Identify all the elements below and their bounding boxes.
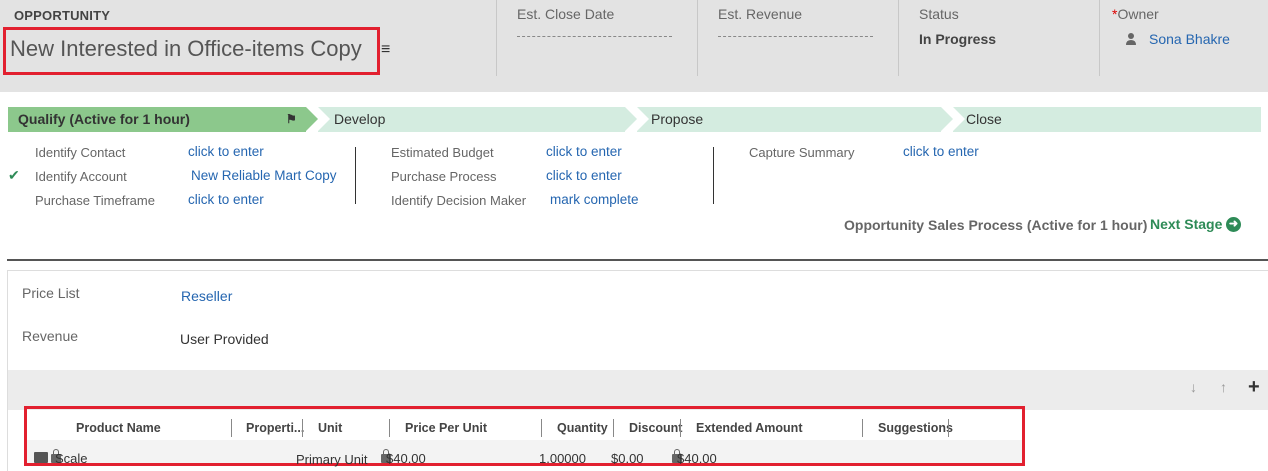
stage-close[interactable]: Close	[953, 107, 1261, 132]
step-label: Purchase Timeframe	[35, 193, 155, 208]
est-close-date-empty[interactable]	[517, 36, 672, 37]
next-stage-button[interactable]: Next Stage	[1150, 216, 1222, 232]
step-value-link[interactable]: New Reliable Mart Copy	[191, 168, 337, 183]
status-value: In Progress	[919, 31, 997, 47]
column-header-quantity[interactable]: Quantity	[557, 421, 608, 435]
est-revenue-field[interactable]: Est. Revenue	[697, 0, 897, 76]
products-grid-toolbar	[8, 370, 1268, 410]
arrow-right-circle-icon[interactable]: ➜	[1226, 217, 1241, 232]
step-value-link[interactable]: click to enter	[546, 144, 622, 159]
stage-develop-label: Develop	[334, 111, 386, 127]
column-header-properties[interactable]: Properti...	[246, 421, 304, 435]
owner-label-wrap: *Owner	[1112, 6, 1159, 22]
flag-icon[interactable]: ⚑	[286, 107, 297, 132]
cell-product-name[interactable]: Scale	[55, 451, 88, 466]
stage-chevron	[625, 107, 637, 131]
process-name[interactable]: Opportunity Sales Process (Active for 1 …	[844, 217, 1147, 233]
record-header: OPPORTUNITY New Interested in Office-ite…	[0, 0, 1268, 92]
price-list-link[interactable]: Reseller	[181, 288, 232, 304]
stage-qualify[interactable]: Qualify (Active for 1 hour) ⚑	[8, 107, 306, 132]
step-label: Purchase Process	[391, 169, 497, 184]
owner-link[interactable]: Sona Bhakre	[1149, 31, 1230, 47]
column-resize-handle[interactable]	[948, 419, 949, 437]
stage-chevron	[941, 107, 953, 131]
step-label: Identify Decision Maker	[391, 193, 527, 208]
stage-chevron	[637, 107, 649, 131]
product-icon	[34, 452, 48, 463]
step-label: Capture Summary	[749, 145, 855, 160]
grid-highlight-box	[24, 406, 1025, 466]
cell-quantity[interactable]: 1.00000	[539, 451, 586, 466]
status-field: Status In Progress	[898, 0, 1098, 76]
arrow-up-icon[interactable]: ↑	[1220, 379, 1227, 395]
est-revenue-empty[interactable]	[718, 36, 873, 37]
plus-icon[interactable]: +	[1248, 376, 1260, 399]
column-header-extended-amount[interactable]: Extended Amount	[696, 421, 802, 435]
stage-chevron	[318, 107, 330, 131]
column-header-suggestions[interactable]: Suggestions	[878, 421, 953, 435]
menu-icon[interactable]: ≡	[381, 41, 390, 59]
column-header-discount[interactable]: Discount	[629, 421, 682, 435]
stage-propose-label: Propose	[651, 111, 704, 127]
cell-discount[interactable]: $0.00	[611, 451, 644, 466]
owner-label: Owner	[1117, 6, 1159, 22]
step-value-link[interactable]: click to enter	[188, 192, 264, 207]
step-value-link[interactable]: click to enter	[546, 168, 622, 183]
record-title[interactable]: New Interested in Office-items Copy	[10, 36, 362, 62]
column-header-unit[interactable]: Unit	[318, 421, 342, 435]
column-divider	[355, 147, 356, 204]
stage-develop[interactable]: Develop	[318, 107, 625, 132]
step-value-link[interactable]: click to enter	[903, 144, 979, 159]
step-label: Identify Account	[35, 169, 127, 184]
est-revenue-label: Est. Revenue	[718, 6, 803, 22]
est-close-date-field[interactable]: Est. Close Date	[496, 0, 696, 76]
revenue-label: Revenue	[22, 328, 79, 344]
column-resize-handle[interactable]	[389, 419, 390, 437]
price-list-label: Price List	[22, 285, 80, 301]
checkmark-icon: ✔	[8, 167, 20, 183]
stage-close-label: Close	[966, 111, 1002, 127]
revenue-value[interactable]: User Provided	[180, 331, 269, 347]
stage-chevron	[953, 107, 965, 131]
column-header-price-per-unit[interactable]: Price Per Unit	[405, 421, 487, 435]
stage-qualify-label: Qualify (Active for 1 hour)	[18, 111, 190, 127]
column-resize-handle[interactable]	[541, 419, 542, 437]
user-icon	[1126, 33, 1136, 45]
step-value-link[interactable]: mark complete	[550, 192, 639, 207]
column-header-product-name[interactable]: Product Name	[76, 421, 161, 435]
cell-extended-amount[interactable]: $40.00	[677, 451, 717, 466]
stage-chevron	[306, 107, 318, 131]
arrow-down-icon[interactable]: ↓	[1190, 379, 1197, 395]
stage-propose[interactable]: Propose	[637, 107, 941, 132]
status-label: Status	[919, 6, 959, 22]
est-close-date-label: Est. Close Date	[517, 6, 615, 22]
step-label: Identify Contact	[35, 145, 126, 160]
column-resize-handle[interactable]	[613, 419, 614, 437]
section-divider	[7, 259, 1268, 261]
cell-price-per-unit[interactable]: $40.00	[386, 451, 426, 466]
column-divider	[713, 147, 714, 204]
column-resize-handle[interactable]	[862, 419, 863, 437]
column-resize-handle[interactable]	[231, 419, 232, 437]
column-resize-handle[interactable]	[302, 419, 303, 437]
cell-unit[interactable]: Primary Unit	[296, 452, 368, 467]
owner-field[interactable]: *Owner Sona Bhakre	[1099, 0, 1268, 76]
step-value-link[interactable]: click to enter	[188, 144, 264, 159]
column-resize-handle[interactable]	[680, 419, 681, 437]
entity-type-label: OPPORTUNITY	[14, 8, 111, 23]
step-label: Estimated Budget	[391, 145, 494, 160]
